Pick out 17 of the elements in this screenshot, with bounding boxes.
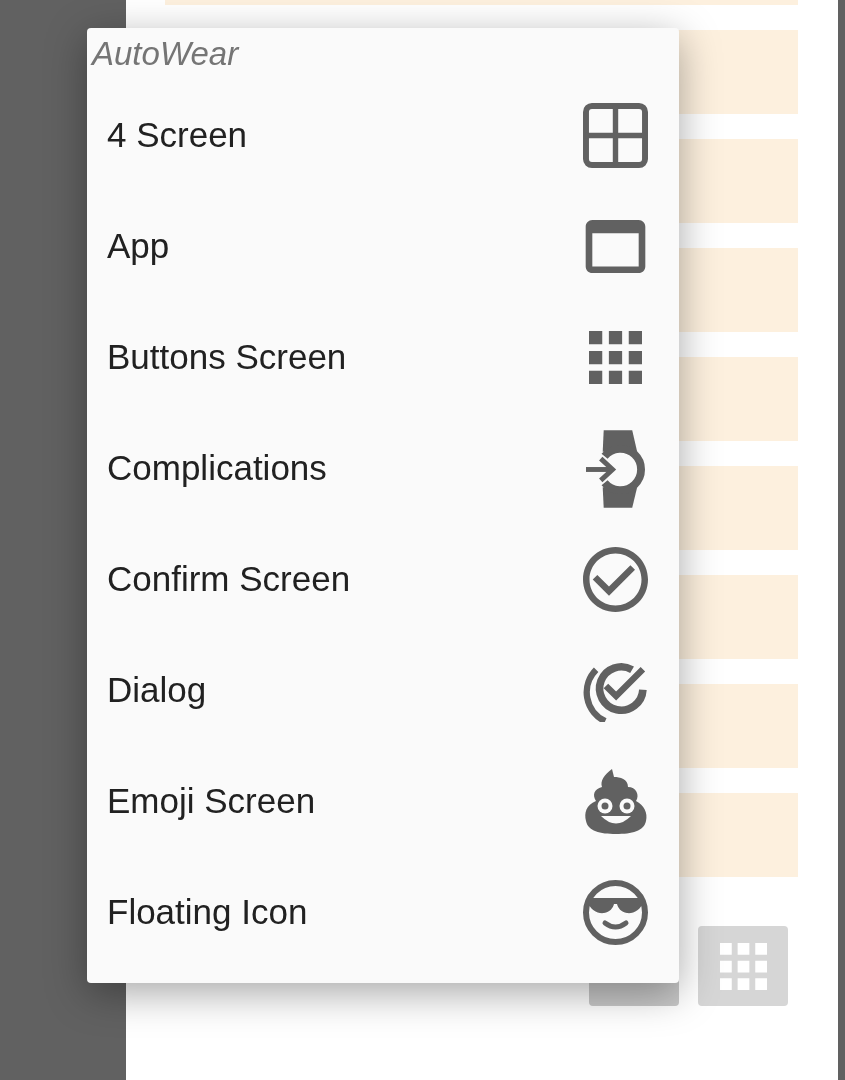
- sunglasses-face-icon: [583, 880, 648, 945]
- watch-arrow-icon: [585, 428, 646, 509]
- menu-item[interactable]: Complications: [87, 413, 679, 524]
- apps-grid-icon: [719, 942, 767, 990]
- menu-item[interactable]: Buttons Screen: [87, 302, 679, 413]
- window-icon: [585, 220, 646, 273]
- smiling-poo-icon: [583, 769, 648, 834]
- menu-item[interactable]: Confirm Screen: [87, 524, 679, 635]
- menu-item[interactable]: 4 Screen: [87, 80, 679, 191]
- menu-item[interactable]: Emoji Screen: [87, 746, 679, 857]
- menu-item[interactable]: Floating Icon: [87, 857, 679, 968]
- menu-item[interactable]: App: [87, 191, 679, 302]
- menu-item[interactable]: Dialog: [87, 635, 679, 746]
- menu-title: AutoWear: [89, 34, 241, 74]
- apps-grid-icon: [589, 331, 642, 384]
- grid-button[interactable]: [698, 926, 788, 1006]
- four-panel-grid-icon: [583, 103, 648, 168]
